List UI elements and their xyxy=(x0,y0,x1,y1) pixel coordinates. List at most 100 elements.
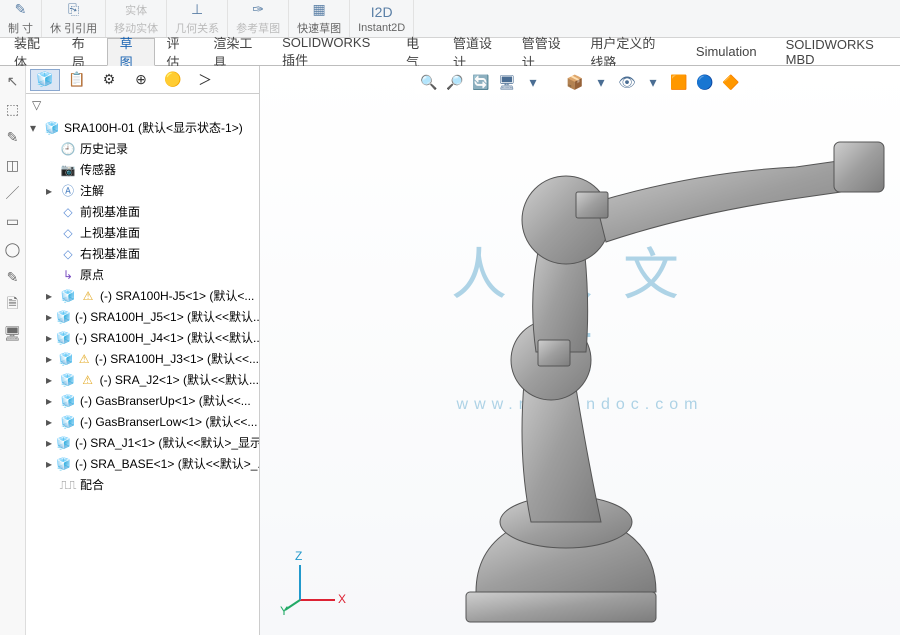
part-icon: 🧊 xyxy=(60,289,76,305)
tool-sketch-icon[interactable]: ✎ xyxy=(4,128,22,146)
ribbon-tab-7[interactable]: 管道设计 xyxy=(441,38,510,65)
ribbon-group-ref: ⎘休 引引用 xyxy=(42,0,106,37)
ribbon-group-quicksketch[interactable]: ▦快速草图 xyxy=(289,0,350,37)
tree-root[interactable]: ▾🧊SRA100H-01 (默认<显示状态-1>) xyxy=(30,118,259,139)
viewport-toolbar: 🔍 🔎 🔄 🖥 ▾ 📦 ▾ 👁 ▾ 🟧 🔵 🔶 xyxy=(415,70,745,94)
viewport-tool-1[interactable]: 🔎 xyxy=(445,72,465,92)
tree-part[interactable]: ▸🧊(-) GasBranserUp<1> (默认<<... xyxy=(30,391,259,412)
tree-part[interactable]: ▸🧊(-) SRA_BASE<1> (默认<<默认>_... xyxy=(30,454,259,475)
viewport-tool-2[interactable]: 🔄 xyxy=(471,72,491,92)
sidebar-tab-3[interactable]: ⊕ xyxy=(126,69,156,91)
viewport-tool-12[interactable]: 🔶 xyxy=(721,72,741,92)
tree-part[interactable]: ▸🧊⚠(-) SRA100H_J3<1> (默认<<... xyxy=(30,349,259,370)
tree-mates[interactable]: ⎍⎍配合 xyxy=(30,475,259,496)
ribbon-tabs: 装配体布局草图评估渲染工具SOLIDWORKS 插件电气管道设计管管设计用户定义… xyxy=(0,38,900,66)
funnel-icon: ▽ xyxy=(32,98,41,112)
sensor-icon: 📷 xyxy=(60,163,76,179)
tree-origin[interactable]: ↳原点 xyxy=(30,265,259,286)
label: 右视基准面 xyxy=(80,244,140,265)
label: 注解 xyxy=(80,181,104,202)
label: (-) SRA100H_J5<1> (默认<<默认... xyxy=(75,307,259,328)
tree-sensors[interactable]: 📷传感器 xyxy=(30,160,259,181)
ribbon-tab-3[interactable]: 评估 xyxy=(155,38,202,65)
label: 前视基准面 xyxy=(80,202,140,223)
label: (-) SRA100H_J4<1> (默认<<默认... xyxy=(75,328,259,349)
ribbon-tab-4[interactable]: 渲染工具 xyxy=(201,38,270,65)
tool-cursor-icon[interactable]: ⬚ xyxy=(4,100,22,118)
tool-circle-icon[interactable]: ◯ xyxy=(4,240,22,258)
tree-part[interactable]: ▸🧊⚠(-) SRA_J2<1> (默认<<默认... xyxy=(30,370,259,391)
warning-icon: ⚠ xyxy=(80,289,96,305)
viewport-tool-6[interactable]: 📦 xyxy=(565,72,585,92)
viewport-tool-3[interactable]: 🖥 xyxy=(497,72,517,92)
tree-part[interactable]: ▸🧊(-) SRA100H_J5<1> (默认<<默认... xyxy=(30,307,259,328)
ribbon-group-entity: 实体移动实体 xyxy=(106,0,167,37)
ribbon-tab-6[interactable]: 电气 xyxy=(394,38,441,65)
tool-select-icon[interactable]: ↖ xyxy=(4,72,22,90)
sidebar-tab-4[interactable]: 🟡 xyxy=(158,69,188,91)
svg-text:Z: Z xyxy=(295,549,302,563)
ribbon-group-geom: ⊥几何关系 xyxy=(167,0,228,37)
tool-pc-icon[interactable]: 🖥 xyxy=(4,324,22,342)
tool-doc-icon[interactable]: 🗎 xyxy=(4,296,22,314)
graphics-viewport[interactable]: 🔍🔎🔄🖥▾📦▾👁▾🟧🔵🔶 人人文库 www.renrendoc.com xyxy=(260,66,900,635)
tree-front-plane[interactable]: ◇前视基准面 xyxy=(30,202,259,223)
tree-history[interactable]: 🕘历史记录 xyxy=(30,139,259,160)
feature-tree: ▾🧊SRA100H-01 (默认<显示状态-1>) 🕘历史记录 📷传感器 ▸Ⓐ注… xyxy=(26,116,259,635)
ribbon-tab-1[interactable]: 布局 xyxy=(60,38,107,65)
ribbon-tab-11[interactable]: SOLIDWORKS MBD xyxy=(774,38,900,65)
part-icon: 🧊 xyxy=(60,394,76,410)
label: (-) SRA_BASE<1> (默认<<默认>_... xyxy=(75,454,259,475)
svg-text:X: X xyxy=(338,592,346,606)
ribbon-tab-0[interactable]: 装配体 xyxy=(2,38,60,65)
viewport-tool-4[interactable]: ▾ xyxy=(523,72,543,92)
viewport-tool-0[interactable]: 🔍 xyxy=(419,72,439,92)
label: (-) SRA100H_J3<1> (默认<<... xyxy=(95,349,259,370)
tree-part[interactable]: ▸🧊(-) SRA100H_J4<1> (默认<<默认... xyxy=(30,328,259,349)
sidebar-tab-5[interactable]: ＞ xyxy=(190,69,220,91)
label: (-) SRA_J1<1> (默认<<默认>_显示... xyxy=(75,433,259,454)
ribbon-tab-8[interactable]: 管管设计 xyxy=(510,38,579,65)
sidebar-tab-2[interactable]: ⚙ xyxy=(94,69,124,91)
label: 传感器 xyxy=(80,160,116,181)
tool-rect-icon[interactable]: ▭ xyxy=(4,212,22,230)
label: Instant2D xyxy=(358,22,405,34)
model-render xyxy=(366,102,886,632)
tree-part[interactable]: ▸🧊(-) SRA_J1<1> (默认<<默认>_显示... xyxy=(30,433,259,454)
ribbon-group-instant2d[interactable]: I2DInstant2D xyxy=(350,0,414,37)
viewport-tool-8[interactable]: 👁 xyxy=(617,72,637,92)
label: SRA100H-01 (默认<显示状态-1>) xyxy=(64,118,243,139)
tree-right-plane[interactable]: ◇右视基准面 xyxy=(30,244,259,265)
viewport-tool-9[interactable]: ▾ xyxy=(643,72,663,92)
sidebar-tabs: 🧊📋⚙⊕🟡＞ xyxy=(26,66,259,94)
tree-annotations[interactable]: ▸Ⓐ注解 xyxy=(30,181,259,202)
label: 实体 xyxy=(125,2,147,18)
part-icon: 🧊 xyxy=(56,331,71,347)
tree-filter[interactable]: ▽ xyxy=(26,94,259,116)
viewport-tool-11[interactable]: 🔵 xyxy=(695,72,715,92)
ribbon-tab-9[interactable]: 用户定义的线路 xyxy=(578,38,680,65)
tree-part[interactable]: ▸🧊⚠(-) SRA100H-J5<1> (默认<... xyxy=(30,286,259,307)
sidebar-tab-0[interactable]: 🧊 xyxy=(30,69,60,91)
plane-icon: ◇ xyxy=(60,226,76,242)
origin-icon: ↳ xyxy=(60,268,76,284)
label: (-) GasBranserUp<1> (默认<<... xyxy=(80,391,251,412)
part-icon: 🧊 xyxy=(60,415,76,431)
ribbon-tab-10[interactable]: Simulation xyxy=(684,38,770,65)
tool-note-icon[interactable]: ✎ xyxy=(4,268,22,286)
tree-top-plane[interactable]: ◇上视基准面 xyxy=(30,223,259,244)
ribbon-tab-2[interactable]: 草图 xyxy=(107,38,155,66)
ribbon-group-dim: ✎制 寸 xyxy=(0,0,42,37)
part-icon: 🧊 xyxy=(56,310,71,326)
viewport-tool-7[interactable]: ▾ xyxy=(591,72,611,92)
part-icon: 🧊 xyxy=(60,373,76,389)
warning-icon: ⚠ xyxy=(80,373,96,389)
viewport-tool-10[interactable]: 🟧 xyxy=(669,72,689,92)
label: (-) SRA_J2<1> (默认<<默认... xyxy=(100,370,259,391)
sidebar-tab-1[interactable]: 📋 xyxy=(62,69,92,91)
label: (-) SRA100H-J5<1> (默认<... xyxy=(100,286,254,307)
tool-plane-icon[interactable]: ◫ xyxy=(4,156,22,174)
tool-line-icon[interactable]: ／ xyxy=(4,184,22,202)
ribbon-tab-5[interactable]: SOLIDWORKS 插件 xyxy=(270,38,394,65)
tree-part[interactable]: ▸🧊(-) GasBranserLow<1> (默认<<... xyxy=(30,412,259,433)
